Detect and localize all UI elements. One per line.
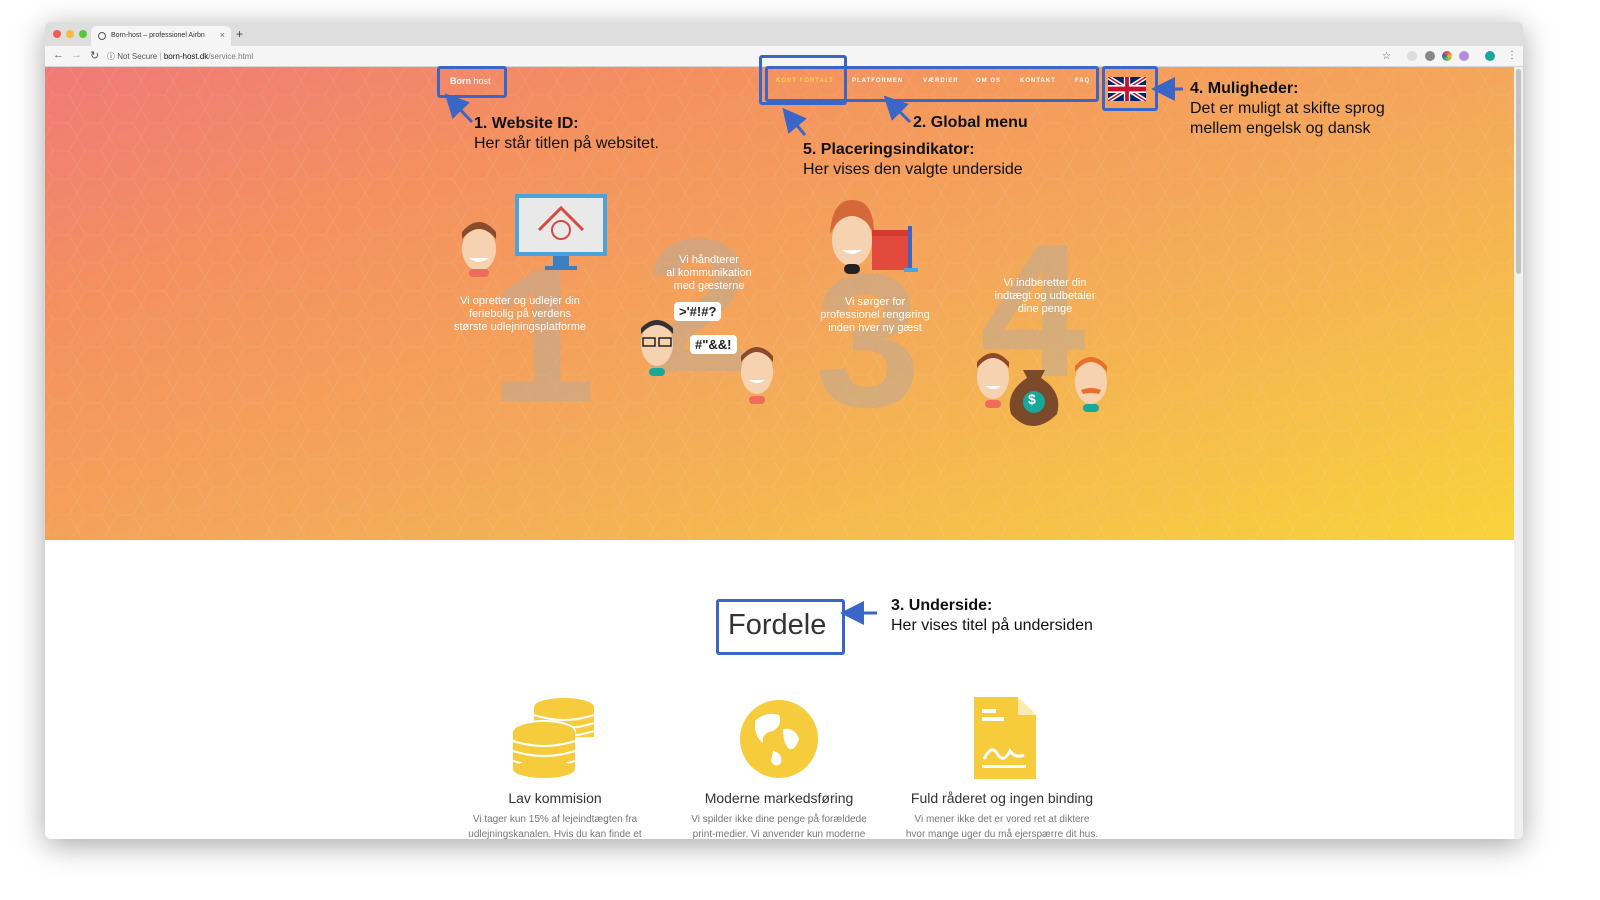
extension-icon[interactable]	[1442, 51, 1452, 61]
step2-text: Vi håndterer al kommunikation med gæster…	[649, 254, 769, 293]
page-scrollbar[interactable]	[1514, 67, 1523, 839]
menu-dots-icon[interactable]: ⋮	[1507, 50, 1517, 61]
feature-text-line: Vi spilder ikke dine penge på forældede	[691, 814, 867, 825]
scrollbar-thumb[interactable]	[1516, 69, 1521, 274]
close-tab-icon[interactable]: ×	[220, 30, 225, 40]
annotation-title: 1. Website ID:	[474, 115, 579, 132]
step2-line: al kommunikation	[666, 267, 752, 279]
step1-line: feriebolig på verdens	[468, 308, 572, 320]
feature-text: Vi tager kun 15% af lejeindtægten fra ud…	[445, 812, 665, 839]
coins-icon	[512, 698, 595, 778]
annotation-subpage: 3. Underside: Her vises titel på undersi…	[891, 596, 1093, 636]
step2-line: Vi håndterer	[679, 254, 739, 266]
minimize-window-button[interactable]	[66, 30, 74, 38]
extension-icon[interactable]	[1407, 51, 1417, 61]
address-bar[interactable]: ⓘ Not Secure | born-host.dk/service.html	[107, 51, 253, 62]
annotation-text: mellem engelsk og dansk	[1190, 120, 1371, 137]
url-separator: |	[159, 52, 162, 61]
step3-line: professionel rengøring	[820, 309, 930, 321]
feature-text-line: hvor mange uger du må ejerspærre dit hus…	[905, 829, 1099, 839]
step1-text: Vi opretter og udlejer din feriebolig på…	[440, 295, 600, 334]
back-icon[interactable]: ←	[53, 49, 64, 61]
forward-icon[interactable]: →	[71, 49, 82, 61]
feature-title: Fuld råderet og ingen binding	[910, 790, 1094, 806]
annotation-text: Her vises den valgte underside	[803, 161, 1023, 178]
step3-line: Vi sørger for	[844, 296, 906, 308]
feature-text-line: print-medier. Vi anvender kun moderne	[692, 829, 866, 839]
feature-title: Moderne markedsføring	[704, 790, 854, 806]
reload-icon[interactable]: ↻	[90, 49, 99, 62]
step2-illustration	[641, 320, 773, 404]
feature-text: Vi spilder ikke dine penge på forældede …	[669, 812, 889, 839]
step3-illustration	[830, 200, 918, 274]
step4-line: indtægt og udbetaler	[994, 290, 1096, 302]
document-icon	[974, 697, 1036, 779]
step2-line: med gæsterne	[673, 280, 745, 292]
step3-text: Vi sørger for professionel rengøring ind…	[815, 296, 935, 335]
profile-avatar[interactable]	[1485, 51, 1495, 61]
extension-icon[interactable]	[1425, 51, 1435, 61]
annotation-text: Det er muligt at skifte sprog	[1190, 100, 1385, 117]
speech-bubble: >'#!#?	[674, 302, 722, 321]
annotation-options: 4. Muligheder: Det er muligt at skifte s…	[1190, 79, 1385, 139]
annotation-text: Her står titlen på websitet.	[474, 135, 659, 152]
new-tab-button[interactable]: +	[236, 27, 243, 41]
step4-text: Vi indberetter din indtægt og udbetaler …	[985, 277, 1105, 316]
annotation-location-indicator: 5. Placeringsindikator: Her vises den va…	[803, 140, 1023, 180]
feature-text-line: Vi mener ikke det er vored ret at dikter…	[914, 814, 1090, 825]
bookmark-star-icon[interactable]: ☆	[1382, 51, 1391, 62]
annotation-text: Her vises titel på undersiden	[891, 617, 1093, 634]
step4-illustration	[977, 353, 1107, 426]
highlight-subpage-title	[716, 599, 845, 655]
step1-line: største udlejningsplatforme	[453, 321, 587, 333]
url-path: /service.html	[208, 52, 254, 61]
info-icon: ⓘ	[107, 52, 115, 61]
annotation-title: 2. Global menu	[913, 114, 1028, 131]
step4-line: dine penge	[1017, 303, 1073, 315]
website-viewport: Born host KORT FORTALT PLATFORMEN VÆRDIE…	[45, 67, 1514, 839]
tab-title: Born-host – professionel Airbn	[111, 32, 205, 39]
feature-title: Lav kommision	[508, 790, 602, 806]
extension-icon[interactable]	[1459, 51, 1469, 61]
feature-text: Vi mener ikke det er vored ret at dikter…	[892, 812, 1112, 839]
highlight-global-menu	[765, 66, 1099, 102]
browser-window: Born-host – professionel Airbn × + ← → ↻…	[45, 22, 1523, 839]
tab-bar: Born-host – professionel Airbn × +	[45, 22, 1523, 46]
url-host: born-host.dk	[163, 52, 209, 61]
annotation-title: 5. Placeringsindikator:	[803, 141, 975, 158]
annotation-title: 3. Underside:	[891, 597, 993, 614]
maximize-window-button[interactable]	[79, 30, 87, 38]
browser-tab[interactable]: Born-host – professionel Airbn ×	[91, 26, 231, 46]
feature-text-line: Vi tager kun 15% af lejeindtægten fra	[472, 814, 638, 825]
annotation-global-menu: 2. Global menu	[913, 113, 1028, 133]
close-window-button[interactable]	[53, 30, 61, 38]
step1-line: Vi opretter og udlejer din	[460, 295, 580, 307]
highlight-website-id	[437, 66, 507, 98]
money-symbol: $	[1028, 391, 1036, 407]
annotation-title: 4. Muligheder:	[1190, 80, 1299, 97]
highlight-language	[1102, 66, 1158, 111]
globe-icon	[740, 700, 818, 778]
annotation-website-id: 1. Website ID: Her står titlen på websit…	[474, 114, 659, 154]
globe-icon	[98, 32, 106, 40]
feature-text-line: udlejningskanalen. Hvis du kan finde et	[468, 829, 642, 839]
step1-illustration	[462, 194, 607, 277]
step4-line: Vi indberetter din	[1003, 277, 1087, 289]
security-label: Not Secure	[117, 52, 158, 61]
step3-line: inden hver ny gæst	[828, 322, 922, 334]
speech-bubble: #"&&!	[690, 335, 737, 354]
